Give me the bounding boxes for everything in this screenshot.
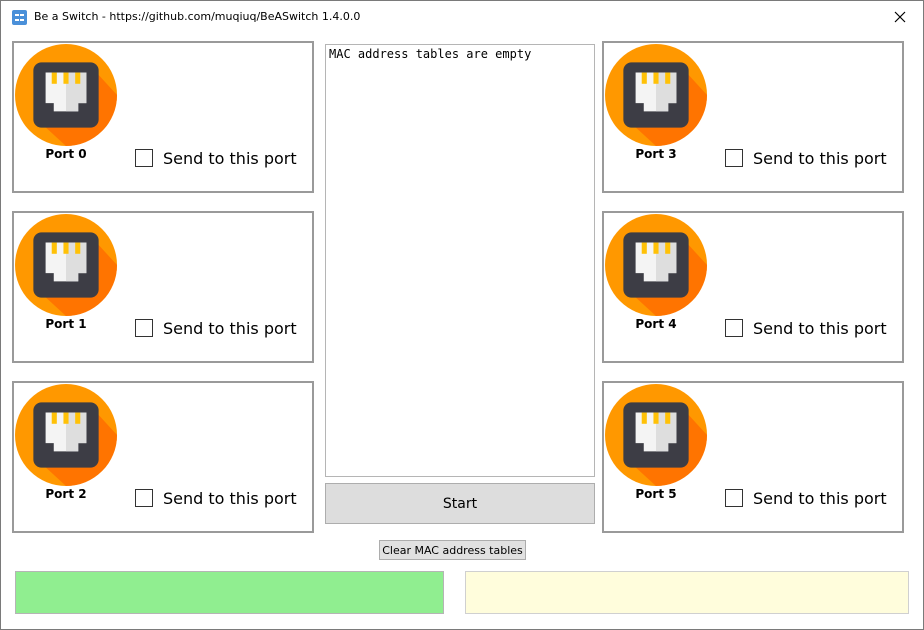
title-bar[interactable]: Be a Switch - https://github.com/muqiuq/… [1,1,923,33]
send-checkbox-1[interactable] [135,319,153,337]
port-label: Port 3 [635,147,677,161]
port-panel-3: Port 3 Send to this port [602,41,904,193]
send-to-port-4[interactable]: Send to this port [725,316,887,340]
status-indicator-right [465,571,909,614]
port-panel-2: Port 2 Send to this port [12,381,314,533]
send-label[interactable]: Send to this port [753,489,887,508]
ethernet-port-icon [15,214,117,316]
ethernet-port-icon [605,384,707,486]
port-label: Port 0 [45,147,87,161]
send-label[interactable]: Send to this port [163,149,297,168]
status-indicator-left [15,571,444,614]
send-checkbox-4[interactable] [725,319,743,337]
send-to-port-5[interactable]: Send to this port [725,486,887,510]
app-window: Be a Switch - https://github.com/muqiuq/… [0,0,924,630]
clear-mac-tables-button[interactable]: Clear MAC address tables [379,540,526,560]
send-label[interactable]: Send to this port [163,489,297,508]
port-panel-1: Port 1 Send to this port [12,211,314,363]
send-checkbox-3[interactable] [725,149,743,167]
port-label: Port 5 [635,487,677,501]
send-to-port-2[interactable]: Send to this port [135,486,297,510]
port-label: Port 4 [635,317,677,331]
send-label[interactable]: Send to this port [753,319,887,338]
close-button[interactable] [877,1,923,33]
send-label[interactable]: Send to this port [163,319,297,338]
port-panel-5: Port 5 Send to this port [602,381,904,533]
mac-address-table[interactable]: MAC address tables are empty [325,44,595,477]
send-checkbox-5[interactable] [725,489,743,507]
send-to-port-1[interactable]: Send to this port [135,316,297,340]
start-button[interactable]: Start [325,483,595,524]
window-title: Be a Switch - https://github.com/muqiuq/… [34,10,361,23]
app-switch-icon [12,10,27,25]
ethernet-port-icon [605,214,707,316]
send-to-port-3[interactable]: Send to this port [725,146,887,170]
port-label: Port 1 [45,317,87,331]
send-checkbox-2[interactable] [135,489,153,507]
ethernet-port-icon [605,44,707,146]
ethernet-port-icon [15,44,117,146]
port-label: Port 2 [45,487,87,501]
mac-table-text: MAC address tables are empty [329,47,532,61]
send-to-port-0[interactable]: Send to this port [135,146,297,170]
port-panel-4: Port 4 Send to this port [602,211,904,363]
port-panel-0: Port 0 Send to this port [12,41,314,193]
close-icon [894,8,906,27]
send-label[interactable]: Send to this port [753,149,887,168]
ethernet-port-icon [15,384,117,486]
send-checkbox-0[interactable] [135,149,153,167]
